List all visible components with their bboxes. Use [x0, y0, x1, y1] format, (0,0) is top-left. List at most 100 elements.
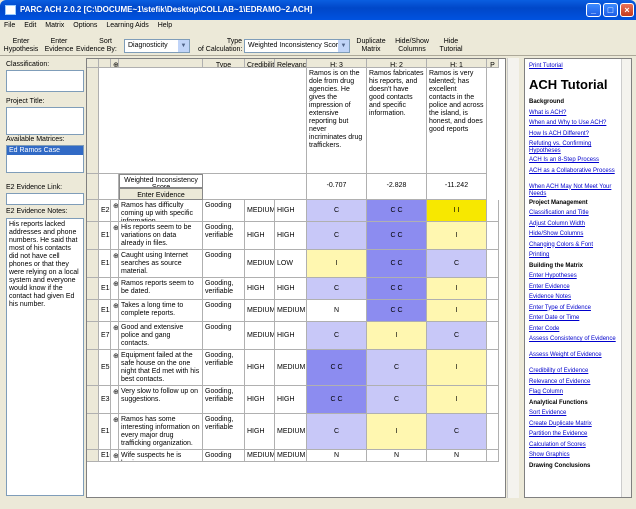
- flag-icon[interactable]: ⊕: [111, 414, 119, 450]
- tutorial-link[interactable]: Enter Evidence: [529, 284, 623, 291]
- evidence-type[interactable]: Gooding, verifiable: [203, 350, 245, 386]
- p-header[interactable]: P: [487, 59, 499, 68]
- matrix-item[interactable]: Ed Ramos Case: [7, 146, 83, 155]
- tutorial-link[interactable]: Enter Hypotheses: [529, 273, 623, 280]
- evidence-type[interactable]: Gooding, verifiable: [203, 414, 245, 450]
- relevance[interactable]: HIGH: [275, 386, 307, 414]
- relevance[interactable]: HIGH: [275, 222, 307, 250]
- credibility[interactable]: HIGH: [245, 222, 275, 250]
- tutorial-link[interactable]: Printing: [529, 252, 623, 259]
- relevance[interactable]: HIGH: [275, 322, 307, 350]
- print-tutorial-link[interactable]: Print Tutorial: [529, 63, 623, 70]
- p-cell[interactable]: [487, 278, 499, 300]
- consistency-h3[interactable]: N: [307, 450, 367, 462]
- evidence-type[interactable]: Gooding: [203, 250, 245, 278]
- hypothesis-1-text[interactable]: Ramos is very talented; has excellent co…: [427, 68, 487, 174]
- enter-evidence-button[interactable]: Enter Evidence: [119, 188, 203, 200]
- evidence-type[interactable]: Gooding: [203, 322, 245, 350]
- evidence-text[interactable]: Takes a long time to complete reports.: [119, 300, 203, 322]
- consistency-h1[interactable]: I I: [427, 200, 487, 222]
- consistency-h1[interactable]: I: [427, 350, 487, 386]
- tutorial-link[interactable]: Evidence Notes: [529, 294, 623, 301]
- flag-icon[interactable]: ⊕: [111, 278, 119, 300]
- p-cell[interactable]: [487, 414, 499, 450]
- hypothesis-2-text[interactable]: Ramos fabricates his reports, and doesn'…: [367, 68, 427, 174]
- evidence-type[interactable]: Gooding: [203, 200, 245, 222]
- menu-edit[interactable]: Edit: [24, 22, 36, 29]
- credibility-header[interactable]: Credibility: [245, 59, 275, 68]
- consistency-h3[interactable]: C: [307, 278, 367, 300]
- tutorial-link[interactable]: ACH Is an 8-Step Process: [529, 157, 623, 164]
- consistency-h3[interactable]: N: [307, 300, 367, 322]
- tutorial-link[interactable]: Assess Weight of Evidence: [529, 352, 623, 359]
- tutorial-link[interactable]: Changing Colors & Font: [529, 242, 623, 249]
- hide-tutorial-button[interactable]: Hide Tutorial: [434, 38, 468, 54]
- consistency-h3[interactable]: C: [307, 200, 367, 222]
- flag-icon[interactable]: ⊕: [111, 450, 119, 462]
- evidence-text[interactable]: Caught using Internet searches as source…: [119, 250, 203, 278]
- relevance[interactable]: LOW: [275, 250, 307, 278]
- p-cell[interactable]: [487, 222, 499, 250]
- evidence-type[interactable]: Gooding: [203, 450, 245, 462]
- relevance[interactable]: MEDIUM: [275, 450, 307, 462]
- consistency-h2[interactable]: C C: [367, 200, 427, 222]
- credibility[interactable]: MEDIUM: [245, 300, 275, 322]
- relevance[interactable]: HIGH: [275, 200, 307, 222]
- tutorial-link[interactable]: Sort Evidence: [529, 410, 623, 417]
- consistency-h2[interactable]: I: [367, 414, 427, 450]
- evidence-text[interactable]: Ramos has difficulty coming up with spec…: [119, 200, 203, 222]
- maximize-button[interactable]: □: [603, 3, 618, 17]
- matrices-list[interactable]: Ed Ramos Case: [6, 145, 84, 173]
- menu-file[interactable]: File: [4, 22, 15, 29]
- tutorial-link[interactable]: When and Why to Use ACH?: [529, 120, 623, 127]
- tutorial-link[interactable]: Refuting vs. Confirming Hypotheses: [529, 141, 623, 155]
- p-cell[interactable]: [487, 300, 499, 322]
- consistency-h1[interactable]: I: [427, 278, 487, 300]
- flag-icon[interactable]: ⊕: [111, 222, 119, 250]
- relevance[interactable]: MEDIUM: [275, 350, 307, 386]
- credibility[interactable]: MEDIUM: [245, 450, 275, 462]
- hypothesis-3-header[interactable]: H: 3: [307, 59, 367, 68]
- p-cell[interactable]: [487, 350, 499, 386]
- tutorial-link[interactable]: What is ACH?: [529, 110, 623, 117]
- classification-field[interactable]: [6, 70, 84, 92]
- hide-show-columns-button[interactable]: Hide/Show Columns: [392, 38, 432, 54]
- evidence-text[interactable]: Wife suspects he is having: [119, 450, 203, 462]
- consistency-h2[interactable]: C: [367, 386, 427, 414]
- consistency-h3[interactable]: C: [307, 222, 367, 250]
- tutorial-scrollbar[interactable]: [621, 59, 631, 497]
- credibility[interactable]: HIGH: [245, 414, 275, 450]
- tutorial-link[interactable]: Partition the Evidence: [529, 431, 623, 438]
- credibility[interactable]: HIGH: [245, 278, 275, 300]
- enter-evidence-button[interactable]: Enter Evidence: [42, 38, 76, 54]
- consistency-h1[interactable]: N: [427, 450, 487, 462]
- credibility[interactable]: MEDIUM: [245, 322, 275, 350]
- p-cell[interactable]: [487, 250, 499, 278]
- tutorial-link[interactable]: Credibility of Evidence: [529, 368, 623, 375]
- consistency-h1[interactable]: I: [427, 222, 487, 250]
- hypothesis-3-text[interactable]: Ramos is on the dole from drug agencies.…: [307, 68, 367, 174]
- p-cell[interactable]: [487, 322, 499, 350]
- horizontal-scrollbar[interactable]: [0, 498, 636, 509]
- evidence-text[interactable]: His reports seem to be variations on dat…: [119, 222, 203, 250]
- relevance[interactable]: HIGH: [275, 278, 307, 300]
- menu-help[interactable]: Help: [158, 22, 172, 29]
- p-cell[interactable]: [487, 386, 499, 414]
- tutorial-link[interactable]: Hide/Show Columns: [529, 231, 623, 238]
- evidence-text[interactable]: Very slow to follow up on suggestions.: [119, 386, 203, 414]
- tutorial-link[interactable]: Flag Column: [529, 389, 623, 396]
- close-button[interactable]: ×: [620, 3, 634, 17]
- consistency-h3[interactable]: C: [307, 414, 367, 450]
- consistency-h2[interactable]: C: [367, 350, 427, 386]
- consistency-h1[interactable]: C: [427, 322, 487, 350]
- evidence-notes-field[interactable]: His reports lacked addresses and phone n…: [6, 218, 84, 496]
- tutorial-link[interactable]: Enter Date or Time: [529, 315, 623, 322]
- relevance[interactable]: MEDIUM: [275, 414, 307, 450]
- consistency-h3[interactable]: C C: [307, 350, 367, 386]
- matrix-scrollbar[interactable]: [507, 58, 519, 498]
- tutorial-link[interactable]: Adjust Column Width: [529, 221, 623, 228]
- tutorial-link[interactable]: Relevance of Evidence: [529, 379, 623, 386]
- flag-icon[interactable]: ⊕: [111, 322, 119, 350]
- sort-select[interactable]: Diagnosticity ▼: [124, 39, 190, 53]
- consistency-h2[interactable]: C C: [367, 222, 427, 250]
